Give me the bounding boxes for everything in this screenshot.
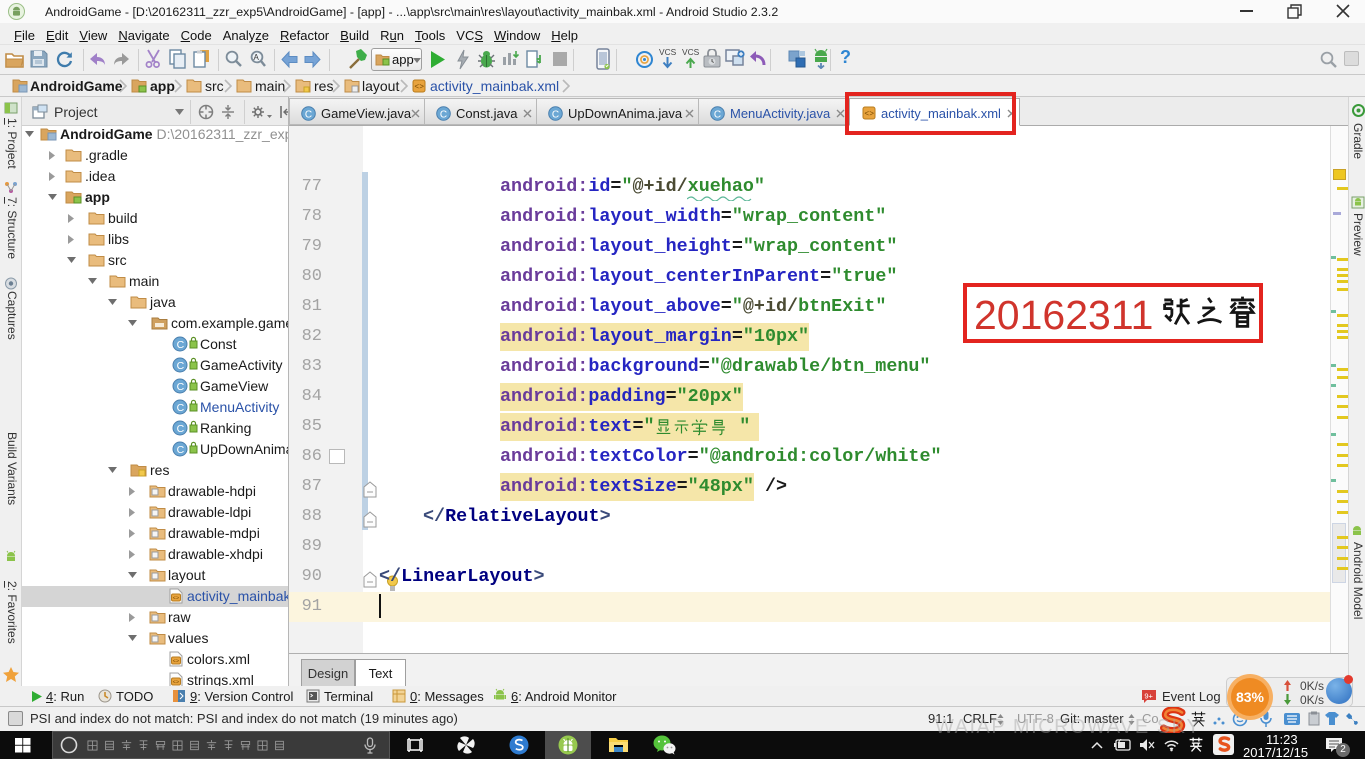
svg-text:VCS: VCS [682,47,700,57]
svg-text:C: C [552,110,559,121]
svg-text:C: C [177,444,185,456]
svg-text:C: C [177,381,185,393]
svg-text:<>: <> [414,83,424,92]
svg-text:C: C [177,339,185,351]
svg-text:C: C [305,110,312,121]
svg-text:C: C [177,423,185,435]
svg-text:C: C [177,402,185,414]
svg-text:C: C [177,360,185,372]
svg-text:A: A [254,53,260,62]
svg-text:<>: <> [173,658,180,665]
svg-text:<>: <> [173,595,180,602]
svg-text:<>: <> [173,679,180,686]
svg-text:VCS: VCS [659,47,677,57]
svg-text:9+: 9+ [1144,691,1153,700]
svg-text:C: C [440,110,447,121]
svg-text:C: C [714,110,721,121]
